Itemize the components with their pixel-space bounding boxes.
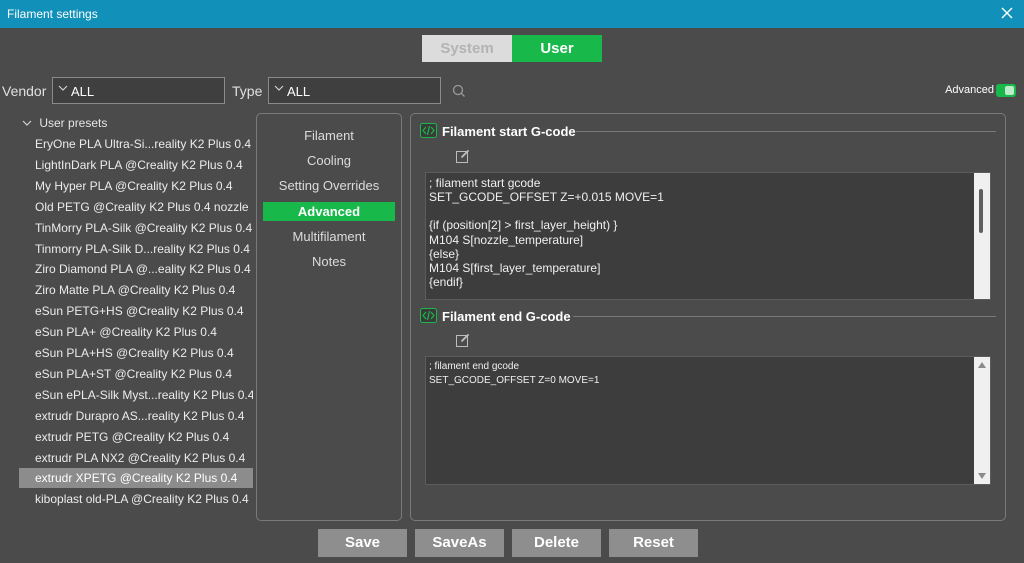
edit-icon[interactable] bbox=[456, 149, 470, 163]
user-presets-group[interactable]: User presets bbox=[22, 116, 107, 130]
preset-item[interactable]: kiboplast old-PLA @Creality K2 Plus 0.4 bbox=[19, 489, 253, 509]
end-gcode-title: Filament end G-code bbox=[442, 309, 571, 324]
window-title: Filament settings bbox=[7, 7, 98, 21]
code-line: SET_GCODE_OFFSET Z=0 MOVE=1 bbox=[429, 375, 600, 386]
preset-item[interactable]: Old PETG @Creality K2 Plus 0.4 nozzle bbox=[19, 197, 253, 217]
tab-multifilament[interactable]: Multifilament bbox=[263, 227, 395, 246]
scrollbar[interactable] bbox=[974, 357, 990, 484]
code-line: {if (position[2] > first_layer_height) } bbox=[429, 218, 618, 232]
reset-button[interactable]: Reset bbox=[609, 529, 698, 557]
chevron-down-icon bbox=[274, 85, 284, 91]
delete-button[interactable]: Delete bbox=[512, 529, 601, 557]
search-icon[interactable] bbox=[451, 83, 467, 99]
preset-item[interactable]: eSun PLA+HS @Creality K2 Plus 0.4 bbox=[19, 343, 253, 363]
code-line: M104 S[first_layer_temperature] bbox=[429, 261, 601, 275]
preset-item[interactable]: eSun PLA+ @Creality K2 Plus 0.4 bbox=[19, 322, 253, 342]
title-bar: Filament settings bbox=[0, 0, 1024, 28]
start-gcode-editor[interactable]: ; filament start gcode SET_GCODE_OFFSET … bbox=[425, 172, 991, 300]
vendor-select[interactable]: ALL bbox=[52, 77, 225, 104]
scrollbar-thumb[interactable] bbox=[979, 189, 983, 233]
preset-item[interactable]: TinMorry PLA-Silk @Creality K2 Plus 0.4 bbox=[19, 218, 253, 238]
preset-item[interactable]: extrudr XPETG @Creality K2 Plus 0.4 bbox=[19, 468, 253, 489]
chevron-down-icon bbox=[58, 85, 68, 91]
preset-item[interactable]: extrudr PETG @Creality K2 Plus 0.4 bbox=[19, 427, 253, 447]
save-as-button[interactable]: SaveAs bbox=[415, 529, 504, 557]
preset-item[interactable]: eSun PLA+ST @Creality K2 Plus 0.4 bbox=[19, 364, 253, 384]
preset-item[interactable]: extrudr Durapro AS...reality K2 Plus 0.4 bbox=[19, 406, 253, 426]
type-select[interactable]: ALL bbox=[268, 77, 441, 104]
user-mode-button[interactable]: User bbox=[512, 35, 602, 62]
advanced-toggle[interactable] bbox=[996, 84, 1016, 97]
preset-item[interactable]: Tinmorry PLA-Silk D...reality K2 Plus 0.… bbox=[19, 239, 253, 259]
close-icon[interactable] bbox=[1000, 6, 1014, 20]
code-line: {endif} bbox=[429, 275, 464, 289]
tab-filament[interactable]: Filament bbox=[263, 126, 395, 145]
advanced-toggle-label: Advanced bbox=[945, 84, 994, 96]
divider bbox=[573, 316, 996, 317]
start-gcode-title: Filament start G-code bbox=[442, 124, 576, 139]
code-line: ; filament start gcode bbox=[429, 176, 541, 190]
preset-item[interactable]: Ziro Matte PLA @Creality K2 Plus 0.4 bbox=[19, 280, 253, 300]
scrollbar[interactable] bbox=[974, 173, 990, 299]
preset-item[interactable]: My Hyper PLA @Creality K2 Plus 0.4 bbox=[19, 176, 253, 196]
settings-tabs-panel: Filament Cooling Setting Overrides Advan… bbox=[256, 113, 402, 521]
gcode-panel: Filament start G-code ; filament start g… bbox=[410, 113, 1006, 521]
edit-icon[interactable] bbox=[456, 333, 470, 347]
divider bbox=[576, 131, 996, 132]
tab-notes[interactable]: Notes bbox=[263, 252, 395, 271]
user-presets-label: User presets bbox=[39, 116, 108, 130]
save-button[interactable]: Save bbox=[318, 529, 407, 557]
preset-item[interactable]: EryOne PLA Ultra-Si...reality K2 Plus 0.… bbox=[19, 134, 253, 154]
code-line: ; filament end gcode bbox=[429, 361, 520, 372]
end-gcode-editor[interactable]: ; filament end gcode SET_GCODE_OFFSET Z=… bbox=[425, 356, 991, 485]
type-label: Type bbox=[232, 83, 263, 99]
preset-item[interactable]: LightInDark PLA @Creality K2 Plus 0.4 bbox=[19, 155, 253, 175]
scroll-down-icon[interactable] bbox=[978, 473, 986, 479]
system-mode-button[interactable]: System bbox=[422, 35, 512, 62]
code-icon bbox=[420, 308, 437, 323]
code-line: SET_GCODE_OFFSET Z=+0.015 MOVE=1 bbox=[429, 190, 664, 204]
tab-advanced[interactable]: Advanced bbox=[263, 202, 395, 221]
tab-cooling[interactable]: Cooling bbox=[263, 151, 395, 170]
vendor-label: Vendor bbox=[2, 83, 47, 99]
code-line: M104 S[nozzle_temperature] bbox=[429, 233, 584, 247]
tab-setting-overrides[interactable]: Setting Overrides bbox=[263, 176, 395, 195]
preset-item[interactable]: extrudr PLA NX2 @Creality K2 Plus 0.4 bbox=[19, 448, 253, 468]
chevron-down-icon bbox=[22, 120, 32, 126]
toggle-knob bbox=[1005, 86, 1014, 95]
preset-item[interactable]: Ziro Diamond PLA @...eality K2 Plus 0.4 bbox=[19, 259, 253, 279]
code-line: {else} bbox=[429, 247, 460, 261]
preset-item[interactable]: eSun ePLA-Silk Myst...reality K2 Plus 0.… bbox=[19, 385, 253, 405]
vendor-select-value: ALL bbox=[71, 84, 95, 99]
type-select-value: ALL bbox=[287, 84, 311, 99]
preset-item[interactable]: eSun PETG+HS @Creality K2 Plus 0.4 bbox=[19, 301, 253, 321]
code-icon bbox=[420, 123, 437, 138]
scroll-up-icon[interactable] bbox=[978, 362, 986, 368]
